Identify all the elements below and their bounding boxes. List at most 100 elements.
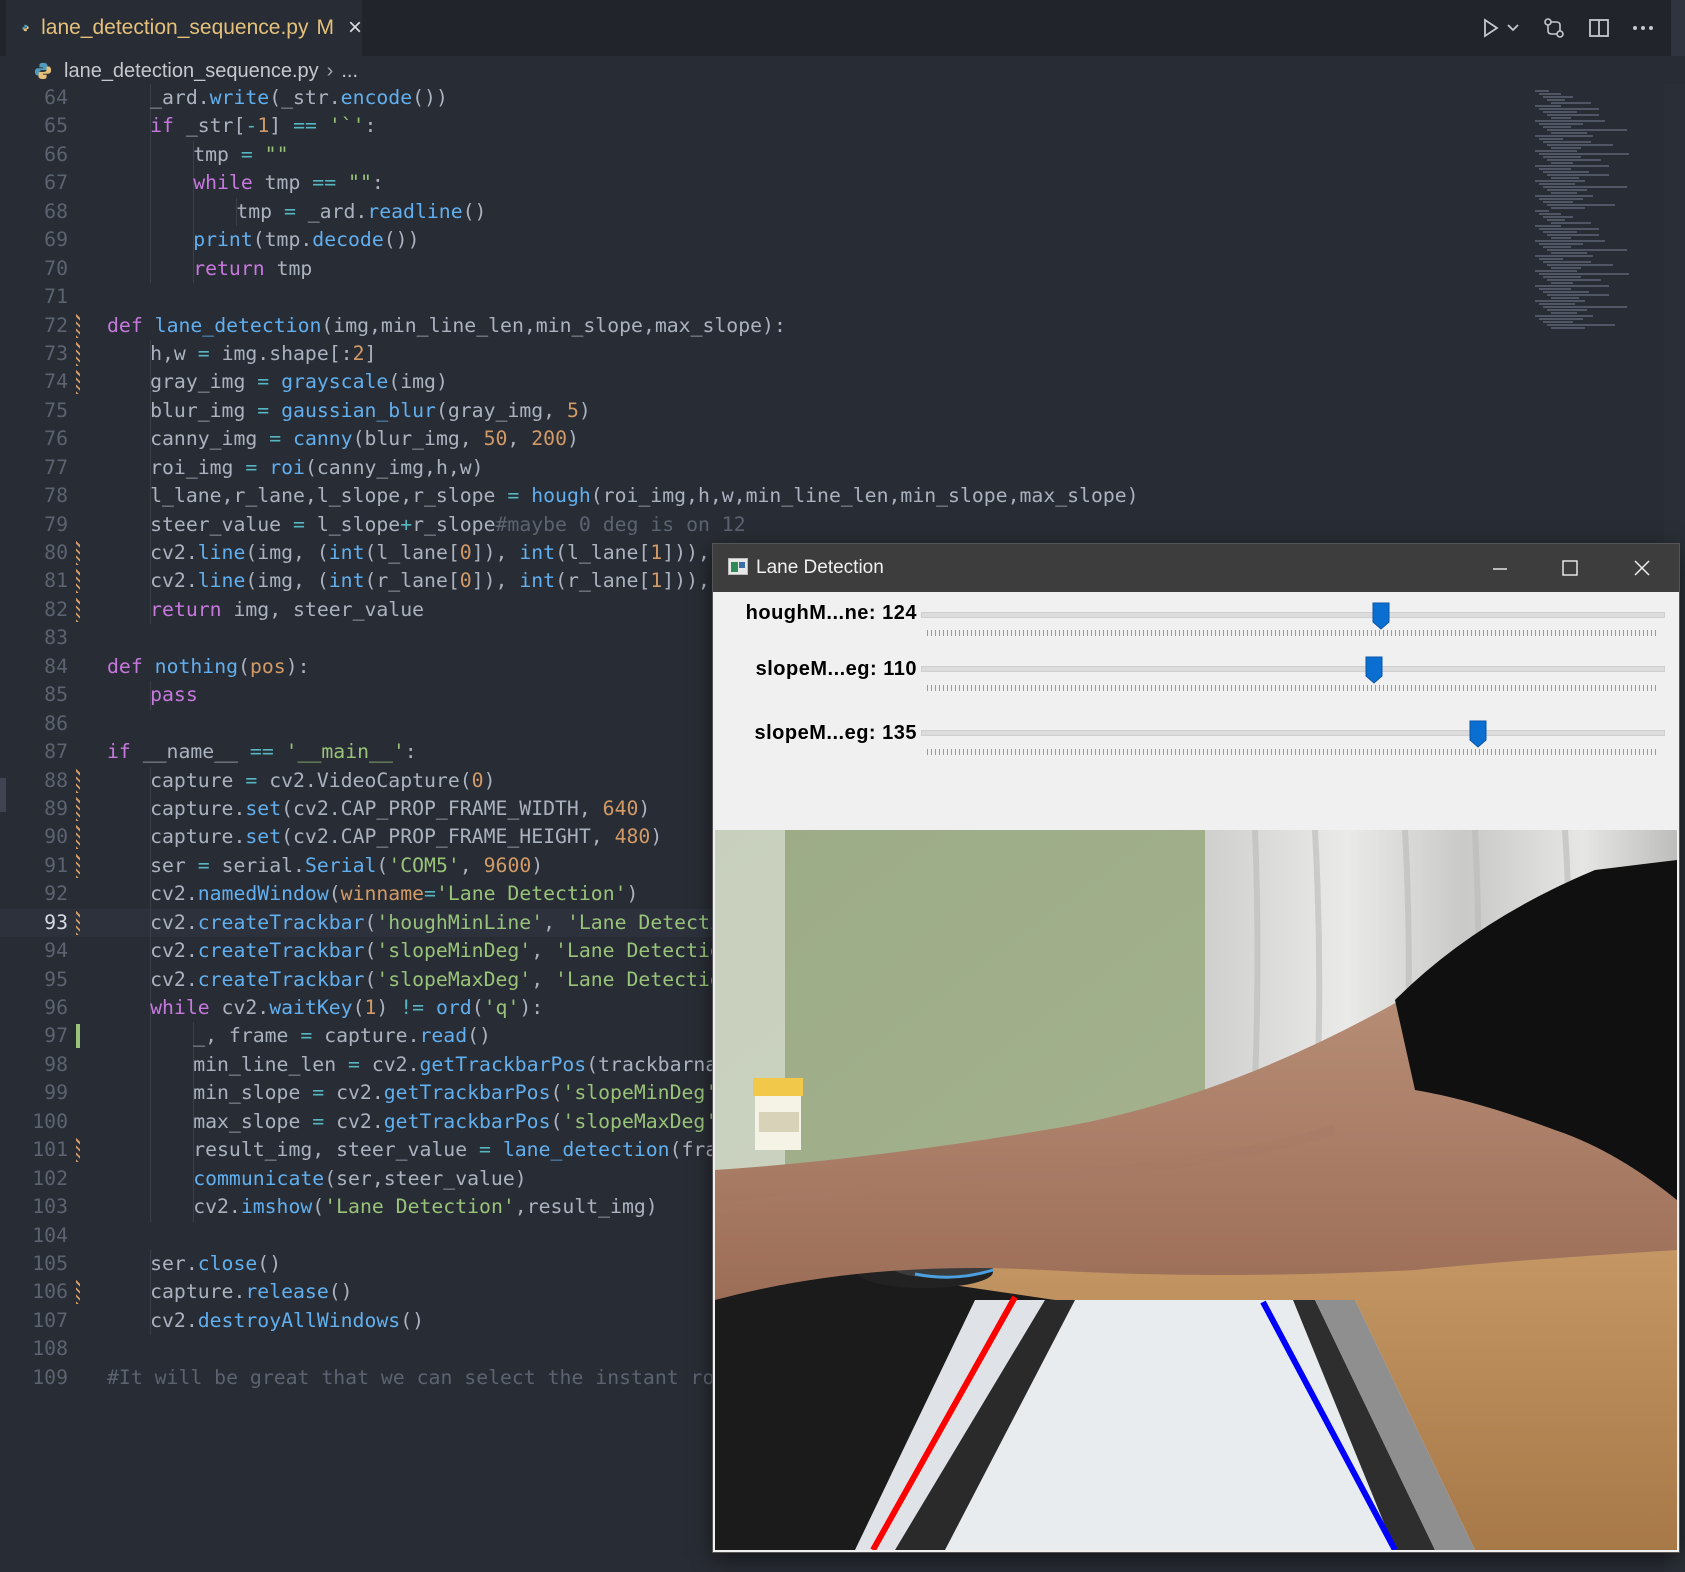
- code-token: l_slope: [304, 512, 401, 536]
- more-actions-icon[interactable]: [1632, 25, 1654, 31]
- minimap-line: [1535, 270, 1577, 272]
- code-token: cv2.: [193, 1195, 241, 1219]
- code-token: (img, (: [245, 569, 329, 593]
- code-text: communicate(ser,steer_value): [193, 1165, 526, 1193]
- trackbar-track-slope-max-deg[interactable]: [921, 730, 1665, 736]
- split-editor-icon[interactable]: [1588, 17, 1610, 39]
- code-token: release: [245, 1280, 329, 1304]
- open-changes-icon[interactable]: [1542, 16, 1566, 40]
- code-token: (roi_img,h,w,min_line_len,min_slope,max_…: [590, 484, 1139, 508]
- trackbar-track-hough-min-line[interactable]: [921, 612, 1665, 618]
- minimap-line: [1547, 324, 1615, 326]
- line-number: 92: [44, 882, 68, 906]
- minimap-line: [1535, 315, 1593, 317]
- code-token: 1: [650, 541, 663, 564]
- code-text: cv2.createTrackbar('slopeMinDeg', 'Lane …: [150, 937, 734, 965]
- git-modified-marker[interactable]: [76, 825, 80, 850]
- editor-tab-active[interactable]: lane_detection_sequence.py M ×: [6, 0, 362, 56]
- code-line[interactable]: 66 tmp = "": [0, 140, 1525, 170]
- minimap-line: [1539, 153, 1629, 155]
- trackbar-thumb-hough-min-line[interactable]: [1372, 602, 1390, 630]
- git-added-marker[interactable]: [76, 1024, 80, 1049]
- code-line[interactable]: 76 canny_img = canny(blur_img, 50, 200): [0, 425, 1525, 454]
- code-line[interactable]: 77 roi_img = roi(canny_img,h,w): [0, 453, 1525, 483]
- code-token: ]),: [471, 569, 520, 593]
- code-line[interactable]: 68 tmp = _ard.readline(): [0, 197, 1525, 227]
- code-token: cv2.: [150, 1308, 198, 1332]
- code-token: 5: [566, 398, 579, 422]
- code-token: 'slopeMinDeg': [562, 1081, 718, 1105]
- minimap-line: [1539, 213, 1561, 215]
- minimap-line: [1551, 222, 1591, 224]
- code-line[interactable]: 79 steer_value = l_slope+r_slope#maybe 0 …: [0, 510, 1525, 539]
- trackbar-thumb-slope-max-deg[interactable]: [1469, 720, 1487, 748]
- editor-tab-bar: lane_detection_sequence.py M ×: [0, 0, 1685, 56]
- line-number: 90: [44, 825, 68, 849]
- minimap-line: [1543, 156, 1581, 158]
- git-modified-marker[interactable]: [76, 768, 80, 793]
- breadcrumb-symbols[interactable]: ...: [341, 60, 358, 83]
- tab-close-icon[interactable]: ×: [348, 14, 362, 42]
- code-line[interactable]: 74 gray_img = grayscale(img): [0, 368, 1525, 397]
- maximize-icon[interactable]: [1535, 544, 1605, 592]
- code-token: lane_detection: [154, 313, 322, 337]
- trackbar-track-slope-min-deg[interactable]: [921, 666, 1665, 672]
- git-modified-marker[interactable]: [76, 541, 80, 565]
- git-modified-marker[interactable]: [76, 1138, 80, 1163]
- git-modified-marker[interactable]: [76, 910, 80, 935]
- code-token: print: [193, 228, 253, 252]
- code-text: cv2.createTrackbar('slopeMaxDeg', 'Lane …: [150, 966, 734, 994]
- code-line[interactable]: 64 _ard.write(_str.encode()): [0, 84, 1525, 113]
- code-token: ==: [312, 171, 337, 195]
- line-number: 68: [44, 199, 68, 223]
- code-line[interactable]: 73 h,w = img.shape[:2]: [0, 339, 1525, 369]
- git-modified-marker[interactable]: [76, 313, 80, 338]
- code-line[interactable]: 71: [0, 283, 1525, 311]
- window-title-bar[interactable]: Lane Detection: [713, 544, 1679, 592]
- code-token: 2: [352, 341, 365, 365]
- git-modified-marker[interactable]: [76, 853, 80, 878]
- git-modified-marker[interactable]: [76, 597, 80, 622]
- code-line[interactable]: 69 print(tmp.decode()): [0, 226, 1525, 255]
- run-icon[interactable]: [1481, 17, 1501, 39]
- code-token: 480: [614, 825, 651, 849]
- minimap-line: [1547, 159, 1601, 161]
- code-token: 'slopeMaxDeg': [376, 967, 532, 991]
- close-icon[interactable]: [1607, 544, 1677, 592]
- breadcrumb: lane_detection_sequence.py › ...: [0, 56, 1685, 86]
- minimap-line: [1547, 114, 1599, 116]
- code-text: _, frame = capture.read(): [193, 1022, 491, 1050]
- code-token: createTrackbar: [197, 910, 365, 934]
- code-token: ser: [150, 853, 198, 877]
- git-modified-marker[interactable]: [76, 569, 80, 594]
- modified-badge: M: [316, 16, 334, 39]
- minimap-line: [1551, 177, 1579, 179]
- code-line[interactable]: 65 if _str[-1] == '`':: [0, 112, 1525, 141]
- code-token: ]: [364, 341, 377, 365]
- minimap-line: [1539, 183, 1575, 185]
- code-token: (: [376, 853, 389, 877]
- code-token: (: [471, 996, 484, 1019]
- git-modified-marker[interactable]: [76, 1280, 80, 1305]
- code-token: 'Lane Detection': [324, 1195, 515, 1219]
- breadcrumb-file[interactable]: lane_detection_sequence.py: [64, 60, 319, 83]
- code-token: (: [364, 939, 377, 963]
- code-line[interactable]: 72 def lane_detection(img,min_line_len,mi…: [0, 312, 1525, 340]
- code-line[interactable]: 78 l_lane,r_lane,l_slope,r_slope = hough(…: [0, 482, 1525, 511]
- code-token: (l_lane[: [555, 541, 651, 564]
- line-number: 84: [44, 654, 68, 678]
- git-modified-marker[interactable]: [76, 370, 80, 395]
- git-modified-marker[interactable]: [76, 341, 80, 366]
- minimap-line: [1551, 312, 1577, 314]
- code-line[interactable]: 75 blur_img = gaussian_blur(gray_img, 5): [0, 396, 1525, 426]
- minimize-icon[interactable]: [1465, 544, 1535, 592]
- code-token: ,: [543, 910, 567, 934]
- code-line[interactable]: 70 return tmp: [0, 254, 1525, 284]
- trackbar-thumb-slope-min-deg[interactable]: [1365, 656, 1383, 684]
- run-dropdown-icon[interactable]: [1506, 23, 1520, 33]
- code-token: capture.: [312, 1024, 420, 1048]
- git-modified-marker[interactable]: [76, 796, 80, 821]
- code-line[interactable]: 67 while tmp == "":: [0, 169, 1525, 198]
- code-token: encode: [340, 86, 413, 109]
